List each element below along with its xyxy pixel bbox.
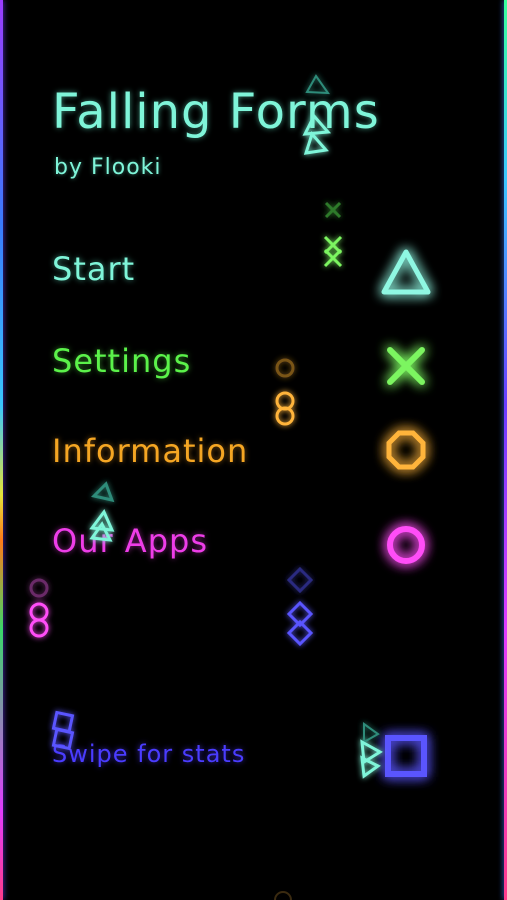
square-icon bbox=[385, 735, 427, 777]
game-screen: Falling Forms by Flooki Start Settings I… bbox=[0, 0, 507, 900]
falling-shapes-layer bbox=[29, 74, 431, 900]
circle-icon[interactable] bbox=[387, 526, 425, 564]
falling-triangle-icon bbox=[360, 722, 383, 779]
triangle-icon[interactable] bbox=[381, 249, 431, 295]
cross-icon[interactable] bbox=[387, 347, 425, 385]
falling-octagon-icon bbox=[275, 358, 295, 426]
falling-square-icon bbox=[51, 710, 75, 751]
falling-diamond-icon bbox=[286, 566, 314, 647]
falling-triangle-icon bbox=[302, 74, 332, 155]
falling-circle-icon bbox=[29, 578, 49, 638]
falling-octagon-icon bbox=[274, 891, 292, 900]
falling-triangle-icon bbox=[89, 481, 115, 542]
octagon-icon[interactable] bbox=[386, 430, 426, 470]
falling-cross-icon bbox=[323, 201, 343, 268]
